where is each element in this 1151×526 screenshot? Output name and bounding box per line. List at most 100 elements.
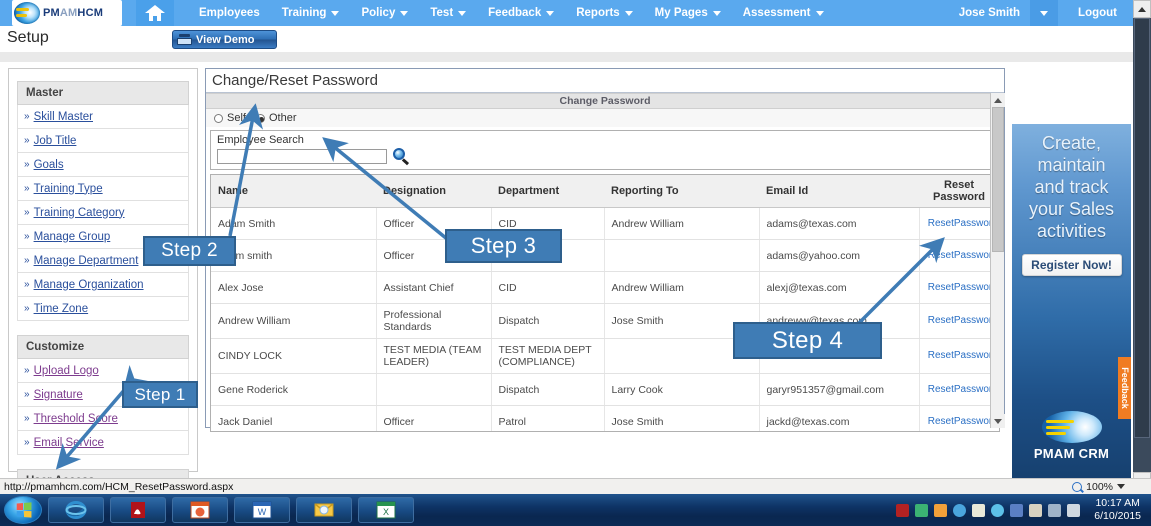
tray-icon-app1[interactable] [896,503,910,517]
reset-password-link[interactable]: ResetPassword [927,218,1000,230]
cell-reset-password[interactable]: ResetPassword [919,338,1000,374]
nav-item-test[interactable]: Test [419,0,477,26]
browser-scroll-up-icon[interactable] [1133,0,1151,18]
radio-other-label[interactable]: Other [269,112,297,124]
nav-item-my-pages[interactable]: My Pages [644,0,732,26]
cell-reset-password[interactable]: ResetPassword [919,373,1000,406]
scrollbar-thumb[interactable] [992,107,1004,252]
table-row[interactable]: Adam Smith Officer CID Andrew William ad… [211,207,1000,240]
browser-scrollbar-thumb[interactable] [1134,18,1150,438]
nav-item-policy[interactable]: Policy [350,0,419,26]
sidebar-link-label[interactable]: Signature [34,389,83,401]
logout-button[interactable]: Logout [1058,7,1133,19]
sidebar-item-skill-master[interactable]: » Skill Master [17,105,189,129]
sidebar-link-label[interactable]: Email Service [34,437,104,449]
table-header-row: Name Designation Department Reporting To… [211,175,999,208]
sidebar-item-training-type[interactable]: » Training Type [17,177,189,201]
user-menu-button[interactable] [1030,0,1059,26]
table-row[interactable]: Jack Daniel Officer Patrol Jose Smith ja… [211,405,1000,431]
sidebar-link-label[interactable]: Training Category [34,207,125,219]
sidebar-item-training-category[interactable]: » Training Category [17,201,189,225]
sidebar-item-email-service[interactable]: » Email Service [17,431,189,455]
tray-icon-network[interactable] [1048,503,1062,517]
sidebar-link-label[interactable]: Manage Organization [34,279,144,291]
sidebar-item-threshold-score[interactable]: » Threshold Score [17,407,189,431]
sidebar-link-label[interactable]: Manage Department [34,255,139,267]
table-row[interactable]: Alex Jose Assistant Chief CID Andrew Wil… [211,271,1000,304]
reset-password-link[interactable]: ResetPassword [927,416,1000,428]
tray-icon-warning[interactable] [1029,503,1043,517]
taskbar-excel-icon[interactable]: X [358,497,414,523]
cell-reset-password[interactable]: ResetPassword [919,239,1000,272]
tray-icon-network-sync[interactable] [915,503,929,517]
sidebar-link-label[interactable]: Threshold Score [34,413,118,425]
chevron-down-icon[interactable] [1117,484,1125,489]
nav-item-reports[interactable]: Reports [565,0,643,26]
sidebar-link-label[interactable]: Time Zone [34,303,89,315]
app-logo[interactable]: PMAMHCM [12,0,122,26]
sidebar-item-job-title[interactable]: » Job Title [17,129,189,153]
taskbar-word-icon[interactable]: W [234,497,290,523]
sidebar-link-label[interactable]: Skill Master [34,111,93,123]
reset-header-line1: Reset [944,179,974,191]
employee-search-box: Employee Search [210,130,1000,170]
cell-designation: TEST MEDIA (TEAM LEADER) [376,338,492,374]
sidebar-item-manage-organization[interactable]: » Manage Organization [17,273,189,297]
cell-reset-password[interactable]: ResetPassword [919,303,1000,339]
register-now-button[interactable]: Register Now! [1021,254,1122,276]
cell-reset-password[interactable]: ResetPassword [919,207,1000,240]
nav-item-assessment[interactable]: Assessment [732,0,835,26]
advertisement-panel[interactable]: Create, maintain and track your Sales ac… [1012,124,1131,479]
nav-item-feedback[interactable]: Feedback [477,0,565,26]
cell-reset-password[interactable]: ResetPassword [919,271,1000,304]
taskbar-adobe-reader-icon[interactable] [110,497,166,523]
reset-password-link[interactable]: ResetPassword [927,384,1000,396]
radio-self-label[interactable]: Self [227,112,246,124]
employee-table-container[interactable]: Name Designation Department Reporting To… [210,174,1000,432]
change-reset-password-card: Change/Reset Password Change Password Se… [205,68,1005,432]
sidebar-link-label[interactable]: Job Title [34,135,77,147]
bullet-icon: » [24,110,30,122]
employee-search-input[interactable] [217,149,387,164]
view-demo-button[interactable]: View Demo [172,30,277,49]
search-icon[interactable] [393,148,410,165]
tray-icon-volume[interactable] [1067,503,1081,517]
sidebar-item-time-zone[interactable]: » Time Zone [17,297,189,321]
tray-icon-globe[interactable] [953,503,967,517]
browser-vertical-scrollbar[interactable] [1133,0,1151,490]
radio-self[interactable] [214,113,223,123]
scroll-down-arrow-icon[interactable] [991,414,1005,428]
tray-icon-visio[interactable] [1010,503,1024,517]
radio-other[interactable] [255,113,265,123]
cell-reset-password[interactable]: ResetPassword [919,405,1000,431]
browser-scrollbar-track[interactable] [1133,18,1151,472]
sidebar-item-upload-logo[interactable]: » Upload Logo [17,359,189,383]
sidebar-link-label[interactable]: Training Type [34,183,103,195]
sidebar-link-label[interactable]: Manage Group [34,231,111,243]
taskbar-clock[interactable]: 10:17 AM 6/10/2015 [1086,497,1145,523]
nav-item-employees[interactable]: Employees [188,0,271,26]
sidebar-link-label[interactable]: Upload Logo [34,365,99,377]
zoom-level-control[interactable]: 100% [1072,481,1151,493]
reset-password-link[interactable]: ResetPassword [927,315,1000,327]
table-row[interactable]: Gene Roderick Dispatch Larry Cook garyr9… [211,373,1000,406]
annotation-label: Step 4 [771,326,844,354]
tray-icon-messenger[interactable] [991,503,1005,517]
nav-item-training[interactable]: Training [271,0,351,26]
sidebar-item-goals[interactable]: » Goals [17,153,189,177]
table-row[interactable]: adam smith Officer adams@yahoo.com Reset… [211,239,1000,272]
home-button[interactable] [136,0,174,26]
card-scrollbar[interactable] [990,93,1005,428]
tray-icon-mail[interactable] [972,503,986,517]
taskbar-outlook-icon[interactable] [296,497,352,523]
scroll-up-arrow-icon[interactable] [991,93,1005,107]
reset-password-link[interactable]: ResetPassword [927,250,1000,262]
taskbar-internet-explorer-icon[interactable] [48,497,104,523]
reset-password-link[interactable]: ResetPassword [927,282,1000,294]
sidebar-link-label[interactable]: Goals [34,159,64,171]
taskbar-powerpoint-icon[interactable] [172,497,228,523]
feedback-tab-button[interactable]: Feedback [1118,357,1131,419]
tray-icon-star[interactable] [934,503,948,517]
windows-start-orb-icon[interactable] [4,496,42,524]
reset-password-link[interactable]: ResetPassword [927,350,1000,362]
